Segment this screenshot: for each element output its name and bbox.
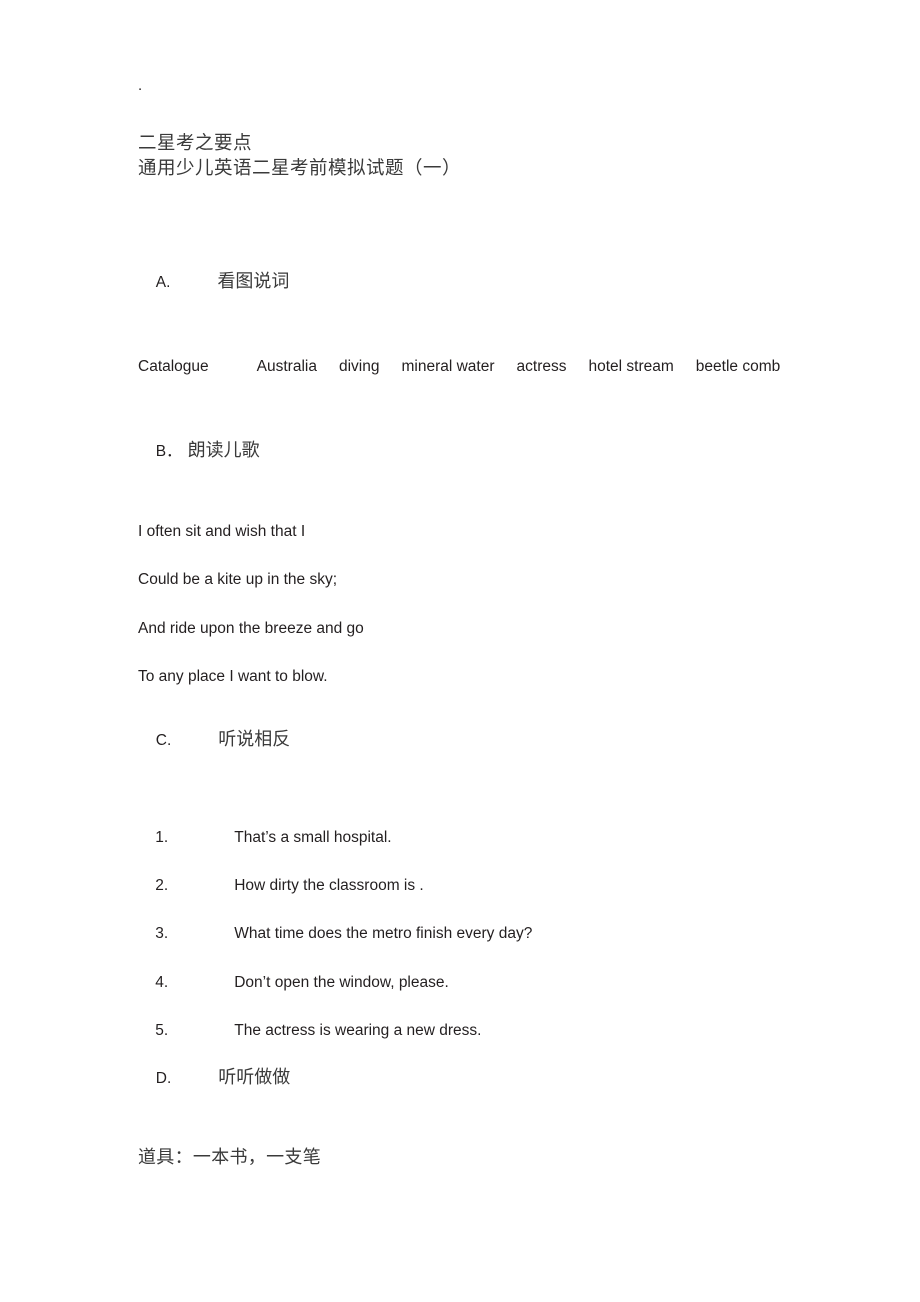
section-b-label: 朗读儿歌 [187, 440, 260, 461]
list-item-number: 5. [155, 1021, 169, 1039]
list-item-number: 3. [155, 924, 169, 942]
list-item-text: The actress is wearing a new dress. [234, 1021, 482, 1039]
word-item: beetle [695, 358, 739, 375]
rhyme-line: Could be a kite up in the sky; [138, 571, 338, 588]
list-item-text: That’s a small hospital. [234, 828, 392, 846]
list-item: 5. The actress is wearing a new dress. [138, 1007, 481, 1054]
section-c-heading: C. 听说相反 [138, 715, 291, 765]
list-item-number: 1. [155, 828, 169, 846]
rhyme-line: And ride upon the breeze and go [138, 620, 364, 637]
leading-dot-mark: . [138, 77, 143, 94]
section-d-heading: D. 听听做做 [138, 1053, 291, 1103]
word-item: hotel stream [588, 358, 674, 375]
list-item: 1. That’s a small hospital. [138, 814, 392, 861]
list-item: 4. Don’t open the window, please. [138, 959, 449, 1006]
word-item: Catalogue [138, 358, 209, 375]
props-line: 道具：一本书，一支笔 [138, 1147, 321, 1168]
section-d-marker: D. [155, 1070, 172, 1087]
word-item: actress [516, 358, 567, 375]
section-d-label: 听听做做 [218, 1067, 291, 1088]
list-item-text: Don’t open the window, please. [234, 973, 449, 991]
word-item: diving [338, 358, 380, 375]
section-a-label: 看图说词 [217, 271, 290, 292]
list-item: 2. How dirty the classroom is . [138, 862, 424, 909]
section-c-marker: C. [155, 732, 172, 749]
list-item-text: What time does the metro finish every da… [234, 924, 533, 942]
rhyme-line: To any place I want to blow. [138, 668, 328, 685]
section-a-heading: A. 看图说词 [138, 257, 290, 307]
list-item-number: 2. [155, 876, 169, 894]
document-title-line-2: 通用少儿英语二星考前模拟试题（一） [138, 158, 462, 179]
list-item: 3. What time does the metro finish every … [138, 910, 532, 957]
section-b-heading: B． 朗读儿歌 [138, 426, 260, 476]
rhyme-line: I often sit and wish that I [138, 523, 306, 540]
section-a-word-list: Catalogue Australia diving mineral water act… [138, 354, 828, 379]
list-item-text: How dirty the classroom is . [234, 876, 424, 894]
word-item: comb [742, 358, 781, 375]
section-a-marker: A. [155, 274, 171, 291]
section-c-label: 听说相反 [218, 729, 291, 750]
section-b-marker: B． [155, 443, 182, 460]
word-item: mineral water [401, 358, 495, 375]
document-page: . 二星考之要点 通用少儿英语二星考前模拟试题（一） A. 看图说词 Catalo… [0, 0, 920, 1302]
word-item: Australia [256, 358, 317, 375]
list-item-number: 4. [155, 973, 169, 991]
document-title-line-1: 二星考之要点 [138, 133, 253, 154]
